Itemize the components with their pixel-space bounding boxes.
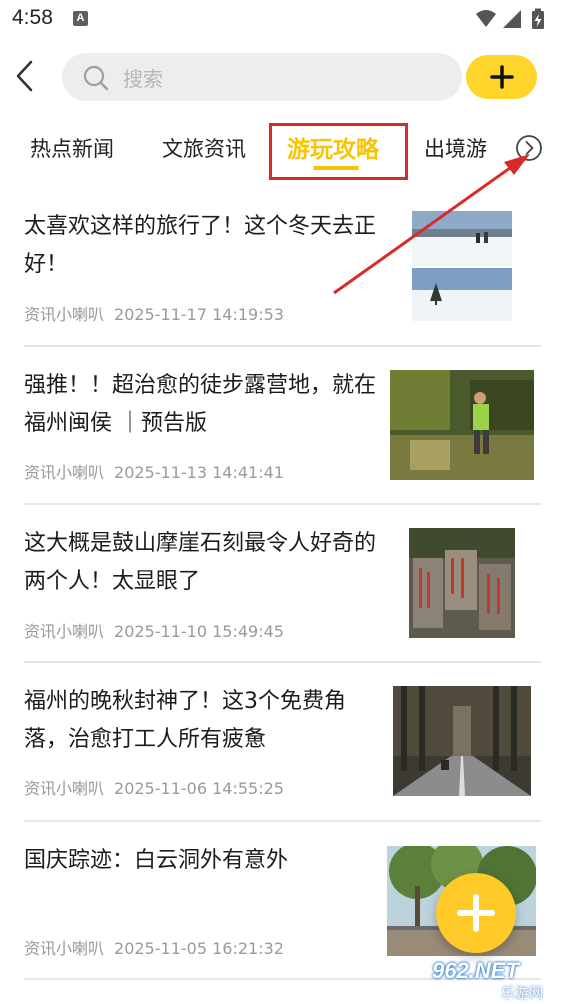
article-source: 资讯小喇叭 [24, 939, 105, 958]
article-time: 2025-11-13 14:41:41 [114, 463, 284, 482]
plus-icon [490, 65, 514, 89]
battery-charging-icon [532, 8, 544, 29]
article-title: 这大概是鼓山摩崖石刻最令人好奇的两个人！太显眼了 [24, 531, 377, 594]
article-title: 太喜欢这样的旅行了！这个冬天去正好！ [24, 214, 377, 277]
search-placeholder: 搜索 [123, 67, 163, 91]
plus-icon [457, 894, 495, 932]
search-input[interactable]: 搜索 [62, 53, 462, 101]
article-source: 资讯小喇叭 [24, 779, 105, 798]
article-time: 2025-11-05 16:21:32 [114, 939, 284, 958]
watermark-text: 962.NET [432, 958, 519, 983]
article-meta: 资讯小喇叭 2025-11-06 14:55:25 [24, 775, 284, 799]
annotation-highlight-box [269, 123, 408, 180]
tree-lined-road-photo [393, 686, 531, 796]
article-title: 国庆踪迹：白云洞外有意外 [24, 848, 289, 873]
divider [24, 661, 541, 663]
forest-hiker-photo [390, 370, 534, 480]
divider [24, 345, 541, 347]
tab-travel-news[interactable]: 文旅资讯 [162, 133, 246, 163]
wifi-icon [476, 10, 496, 27]
article-time: 2025-11-17 14:19:53 [114, 305, 284, 324]
status-icons [476, 8, 544, 29]
article-meta: 资讯小喇叭 2025-11-10 15:49:45 [24, 618, 284, 642]
divider [24, 503, 541, 505]
article-source: 资讯小喇叭 [24, 305, 105, 324]
notification-a-icon: A [73, 11, 88, 26]
more-tabs-button[interactable] [515, 134, 543, 162]
article-time: 2025-11-06 14:55:25 [114, 779, 284, 798]
add-button[interactable] [466, 55, 537, 99]
article-meta: 资讯小喇叭 2025-11-17 14:19:53 [24, 301, 284, 325]
tab-hot-news[interactable]: 热点新闻 [30, 133, 114, 163]
chevron-right-circle-icon [516, 135, 542, 161]
divider [24, 820, 541, 822]
article-title: 强推！！超治愈的徒步露营地，就在福州闽侯 ｜预告版 [24, 373, 377, 436]
back-arrow-icon [16, 60, 33, 92]
article-meta: 资讯小喇叭 2025-11-05 16:21:32 [24, 935, 284, 959]
article-source: 资讯小喇叭 [24, 463, 105, 482]
signal-icon [503, 10, 521, 28]
floating-add-button[interactable] [436, 873, 516, 953]
article-meta: 资讯小喇叭 2025-11-13 14:41:41 [24, 459, 284, 483]
back-button[interactable] [10, 58, 44, 94]
status-bar: 4:58 A [0, 0, 564, 38]
status-time: 4:58 [12, 6, 53, 29]
article-time: 2025-11-10 15:49:45 [114, 622, 284, 641]
watermark-subtext: 乐游网 [501, 986, 543, 1002]
rock-carving-photo [409, 528, 515, 638]
article-source: 资讯小喇叭 [24, 622, 105, 641]
search-icon [83, 65, 109, 91]
article-title: 福州的晚秋封神了！这3个免费角落，治愈打工人所有疲惫 [24, 689, 346, 752]
watermark: 962.NET 乐游网 [423, 958, 559, 1002]
snow-hiking-photo [412, 211, 512, 321]
tab-outbound-travel[interactable]: 出境游 [424, 133, 487, 163]
